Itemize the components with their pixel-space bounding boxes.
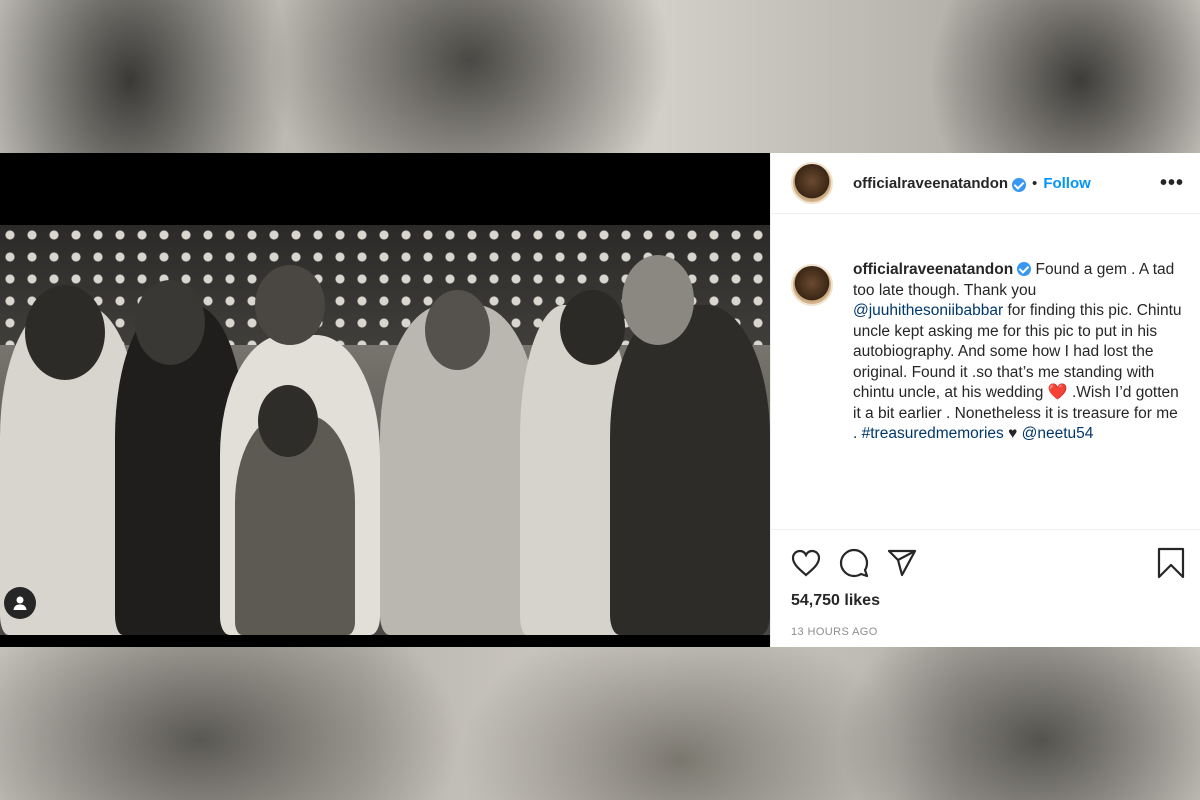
mention-link[interactable]: @juuhithesoniibabbar xyxy=(853,302,1003,319)
username-link[interactable]: officialraveenatandon xyxy=(853,175,1008,192)
photo-figure-head xyxy=(622,255,694,345)
post-photo-panel[interactable] xyxy=(0,153,770,647)
like-button[interactable] xyxy=(791,549,821,577)
photo-figure-head xyxy=(25,285,105,380)
post-timestamp[interactable]: 13 HOURS AGO xyxy=(791,626,1185,638)
caption-area: officialraveenatandon Found a gem . A ta… xyxy=(771,214,1200,532)
verified-badge-icon xyxy=(1012,178,1027,192)
heart-icon xyxy=(791,549,821,577)
photo-figure-head xyxy=(258,385,318,457)
photo-figure xyxy=(610,305,770,635)
post-sidebar: officialraveenatandon • Follow ••• offic… xyxy=(770,153,1200,647)
user-icon xyxy=(13,596,27,610)
caption-username[interactable]: officialraveenatandon xyxy=(853,261,1013,278)
photo-figure-head xyxy=(255,265,325,345)
caption-avatar[interactable] xyxy=(791,264,833,306)
avatar[interactable] xyxy=(791,162,833,204)
mention-link[interactable]: @neetu54 xyxy=(1022,425,1094,442)
more-options-icon[interactable]: ••• xyxy=(1160,172,1184,195)
share-button[interactable] xyxy=(887,549,917,577)
likes-count[interactable]: 54,750 likes xyxy=(791,592,1185,610)
post-actions: 54,750 likes 13 HOURS AGO xyxy=(771,529,1200,638)
photo-figure-head xyxy=(560,290,625,365)
tagged-users-button[interactable] xyxy=(4,587,36,619)
bookmark-icon xyxy=(1157,547,1185,579)
post-photo xyxy=(0,225,770,635)
post-header: officialraveenatandon • Follow ••• xyxy=(771,153,1200,214)
post-caption: officialraveenatandon Found a gem . A ta… xyxy=(853,260,1183,532)
verified-badge-icon xyxy=(1017,262,1032,276)
instagram-post: officialraveenatandon • Follow ••• offic… xyxy=(0,153,1200,647)
photo-figure-head xyxy=(135,280,205,365)
comment-icon xyxy=(839,548,869,578)
share-icon xyxy=(887,549,917,577)
caption-text: ♥ xyxy=(1003,425,1022,442)
photo-figure-head xyxy=(425,290,490,370)
save-button[interactable] xyxy=(1157,547,1185,579)
separator-dot: • xyxy=(1032,174,1038,192)
hashtag-link[interactable]: #treasuredmemories xyxy=(862,425,1004,442)
action-icons xyxy=(791,546,1185,580)
comment-button[interactable] xyxy=(839,548,869,578)
heart-emoji: ❤️ xyxy=(1047,384,1068,401)
follow-button[interactable]: Follow xyxy=(1043,175,1091,192)
